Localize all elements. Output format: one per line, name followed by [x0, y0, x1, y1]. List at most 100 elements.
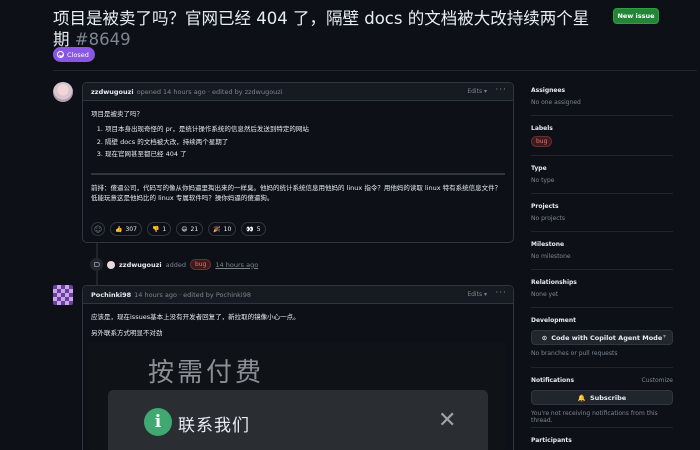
copilot-agent-button[interactable]: ⊙ Code with Copilot Agent Mode ▾ — [531, 330, 673, 345]
header-divider — [53, 70, 697, 71]
subscribe-button[interactable]: 🔔 Subscribe — [531, 390, 673, 405]
divider — [531, 367, 673, 368]
sidebar-notifications: Notifications Customize 🔔 Subscribe You'… — [531, 377, 673, 424]
avatar[interactable] — [53, 82, 73, 102]
dialog-title: 联系我们 — [178, 416, 250, 436]
event-actor[interactable]: zzdwugouzi — [119, 261, 162, 269]
comment-intro: 项目是被卖了吗？ — [91, 110, 143, 118]
info-icon: i — [144, 408, 172, 436]
sidebar-milestone: Milestone No milestone — [531, 241, 673, 260]
event-time[interactable]: 14 hours ago — [215, 261, 258, 269]
close-icon: ✕ — [438, 408, 457, 433]
sidebar-value: No milestone — [531, 253, 571, 260]
avatar[interactable] — [107, 260, 115, 269]
reaction-emoji: 👀 — [246, 225, 254, 233]
sidebar-value: None yet — [531, 291, 559, 298]
reaction-emoji: 👍 — [115, 225, 123, 233]
kebab-icon[interactable]: ··· — [495, 85, 507, 95]
sidebar-heading[interactable]: Assignees — [531, 87, 673, 94]
divider — [531, 155, 673, 156]
reaction-thumbs-up[interactable]: 👍 307 — [110, 222, 142, 236]
comment-body: 应该是，现在issues基本上没有开发者回复了，新拉取的镜像小心一点。 另外联系… — [83, 304, 513, 346]
kebab-icon[interactable]: ··· — [495, 288, 507, 298]
sidebar-value: No type — [531, 177, 555, 184]
comment-rule — [91, 172, 505, 175]
issue-title: 项目是被卖了吗？官网已经 404 了，隔壁 docs 的文档被大改持续两个星期 … — [53, 8, 593, 50]
sidebar-heading[interactable]: Milestone — [531, 241, 673, 248]
event-action: added — [165, 260, 186, 269]
status-label: Closed — [67, 50, 89, 59]
comment-body: 项目是被卖了吗？ 项目本身出现奇怪的 pr，是统计操作系统的信息然后发送到特定的… — [83, 101, 513, 211]
customize-link[interactable]: Customize — [642, 377, 674, 384]
issue-title-text: 项目是被卖了吗？官网已经 404 了，隔壁 docs 的文档被大改持续两个星期 — [53, 9, 590, 49]
comment-meta: 14 hours ago · edited by Pochinki98 — [134, 290, 251, 299]
copilot-icon: ⊙ — [541, 333, 548, 342]
closed-issue-icon — [57, 51, 64, 58]
sidebar-type: Type No type — [531, 165, 673, 184]
sidebar-heading[interactable]: Development — [531, 317, 673, 324]
image-text: 按需付费 — [148, 358, 265, 388]
contact-dialog: i 联系我们 ✕ — [108, 390, 488, 450]
reaction-eyes[interactable]: 👀 5 — [241, 222, 266, 236]
sidebar-value: No projects — [531, 215, 566, 222]
reaction-count: 21 — [190, 225, 199, 233]
sidebar-heading[interactable]: Type — [531, 165, 673, 172]
list-item: 项目本身出现奇怪的 pr，是统计操作系统的信息然后发送到特定的网站 — [105, 123, 505, 136]
comment-opening: zzdwugouzi opened 14 hours ago · edited … — [82, 82, 514, 243]
sidebar-heading[interactable]: Projects — [531, 203, 673, 210]
comment-header: Pochinki98 14 hours ago · edited by Poch… — [83, 286, 513, 304]
tag-icon — [90, 258, 103, 271]
subscribe-label: Subscribe — [589, 393, 627, 402]
list-item: 隔壁 docs 的文档被大改，持续两个星期了 — [105, 136, 505, 149]
copilot-button-label: Code with Copilot Agent Mode — [551, 333, 663, 342]
sidebar-participants: Participants — [531, 437, 673, 444]
sidebar-relationships: Relationships None yet — [531, 279, 673, 298]
sidebar-value: You're not receiving notifications from … — [531, 410, 658, 424]
reaction-emoji: 👎 — [151, 225, 160, 233]
smiley-icon[interactable]: ☺ — [91, 222, 105, 236]
sidebar-labels: Labels bug — [531, 125, 673, 147]
sidebar-value: No one assigned — [531, 99, 581, 106]
divider — [531, 193, 673, 194]
comment-list: 项目本身出现奇怪的 pr，是统计操作系统的信息然后发送到特定的网站 隔壁 doc… — [105, 123, 505, 161]
divider — [531, 307, 673, 308]
status-badge: Closed — [53, 47, 95, 62]
comment-line: 应该是，现在issues基本上没有开发者回复了，新拉取的镜像小心一点。 — [91, 313, 300, 321]
edits-dropdown[interactable]: Edits ▾ — [467, 88, 487, 95]
bell-icon: 🔔 — [577, 393, 586, 402]
sidebar-development: Development ⊙ Code with Copilot Agent Mo… — [531, 317, 673, 357]
label-bug[interactable]: bug — [531, 136, 553, 147]
divider — [531, 231, 673, 232]
comment-header: zzdwugouzi opened 14 hours ago · edited … — [83, 83, 513, 101]
reaction-hooray[interactable]: 🎉 10 — [208, 222, 237, 236]
reaction-count: 10 — [223, 225, 232, 233]
label-event: zzdwugouzi added bug 14 hours ago — [90, 258, 258, 271]
reaction-count: 1 — [162, 225, 167, 233]
list-item: 现在官网甚至都已经 404 了 — [105, 148, 505, 161]
comment-author[interactable]: zzdwugouzi — [91, 88, 134, 96]
comment-author[interactable]: Pochinki98 — [91, 291, 131, 299]
edits-dropdown[interactable]: Edits ▾ — [467, 291, 487, 298]
sidebar-heading: Relationships — [531, 279, 577, 286]
reaction-thumbs-down[interactable]: 👎 1 — [146, 222, 172, 236]
chevron-down-icon[interactable]: ▾ — [663, 333, 666, 340]
new-issue-button[interactable]: New issue — [613, 8, 659, 24]
reactions-bar: ☺ 👍 307 👎 1 😄 21 🎉 10 👀 5 — [91, 222, 266, 236]
comment-paragraph: 前排：傻逼公司，代码写的像从你妈逼里掏出来的一样臭。他妈的统计系统信息用他妈的 … — [91, 183, 502, 202]
reaction-count: 307 — [125, 225, 137, 233]
avatar[interactable] — [53, 285, 73, 305]
reaction-laugh[interactable]: 😄 21 — [176, 222, 204, 236]
sidebar-projects: Projects No projects — [531, 203, 673, 222]
reaction-emoji: 🎉 — [213, 225, 221, 233]
divider — [531, 427, 673, 428]
sidebar-assignees: Assignees No one assigned — [531, 87, 673, 106]
divider — [531, 115, 673, 116]
label-bug[interactable]: bug — [189, 259, 212, 270]
reaction-emoji: 😄 — [181, 225, 188, 233]
sidebar-heading[interactable]: Labels — [531, 125, 673, 132]
divider — [531, 269, 673, 270]
comment-meta: opened 14 hours ago · edited by zzdwugou… — [136, 87, 283, 96]
sidebar-heading: Participants — [531, 437, 572, 444]
comment-line: 另外联系方式明显不对劲 — [91, 329, 163, 337]
reaction-count: 5 — [256, 225, 261, 233]
